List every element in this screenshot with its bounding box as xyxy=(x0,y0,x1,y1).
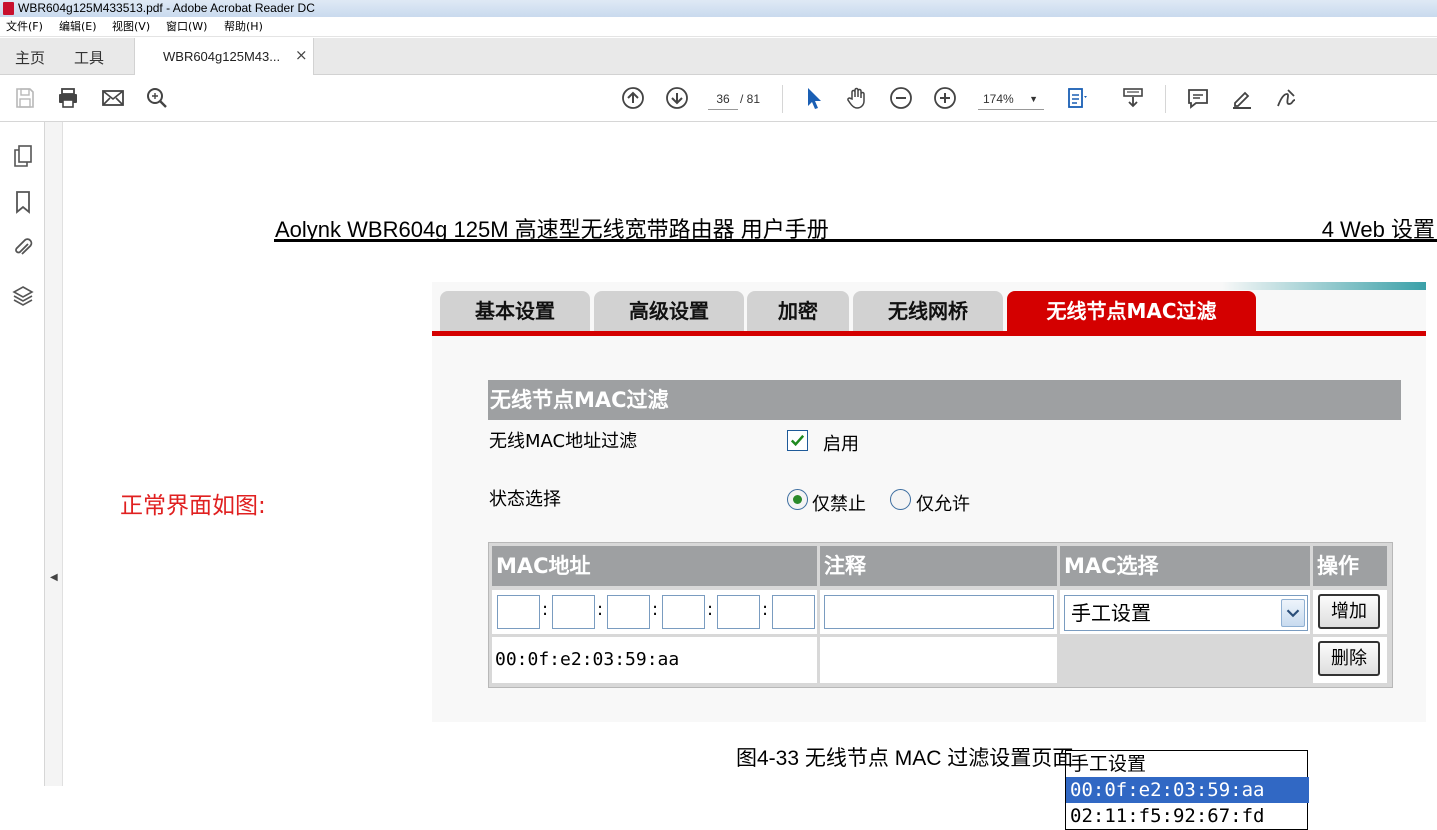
scroll-mode-icon[interactable] xyxy=(1120,85,1146,111)
enable-label: 启用 xyxy=(823,434,859,455)
state-label: 状态选择 xyxy=(489,489,561,510)
mac-select-value: 手工设置 xyxy=(1071,601,1151,625)
colon: : xyxy=(652,599,659,620)
bookmark-icon[interactable] xyxy=(11,190,35,214)
dropdown-option-highlighted: 00:0f:e2:03:59:aa xyxy=(1066,777,1309,803)
save-icon[interactable] xyxy=(12,85,38,111)
mac-select-dropdown: 手工设置 00:0f:e2:03:59:aa 02:11:f5:92:67:fd xyxy=(1065,750,1309,830)
tab-mac-filter: 无线节点MAC过滤 xyxy=(1007,291,1256,331)
section-title: 无线节点MAC过滤 xyxy=(488,380,1401,420)
mac-select: 手工设置 xyxy=(1064,595,1308,631)
dropdown-option: 02:11:f5:92:67:fd xyxy=(1070,805,1265,827)
column-header-comment: 注释 xyxy=(820,546,1057,586)
toolbar-divider xyxy=(1165,85,1166,113)
mac-octet-1 xyxy=(497,595,540,629)
page-total: / 81 xyxy=(740,92,761,106)
page-number-input[interactable]: 36 xyxy=(708,88,738,110)
annotation-note: 正常界面如图: xyxy=(120,493,266,519)
window-title-bar: WBR604g125M433513.pdf - Adobe Acrobat Re… xyxy=(0,0,1437,17)
comment-icon[interactable] xyxy=(1185,85,1211,111)
navigation-panel xyxy=(0,122,45,786)
mail-icon[interactable] xyxy=(100,85,126,111)
tab-basic-settings: 基本设置 xyxy=(440,291,590,331)
chevron-down-icon: ▼ xyxy=(1029,94,1038,104)
comment-input xyxy=(824,595,1054,629)
tab-tools[interactable]: 工具 xyxy=(74,47,104,68)
colon: : xyxy=(762,599,769,620)
radio-dot xyxy=(793,495,802,504)
tab-encryption: 加密 xyxy=(747,291,849,331)
document-page: Aolynk WBR604g 125M 高速型无线宽带路由器 用户手册 4 We… xyxy=(63,122,1437,830)
window-title: WBR604g125M433513.pdf - Adobe Acrobat Re… xyxy=(18,1,315,15)
radio-allow xyxy=(890,489,911,510)
search-icon[interactable] xyxy=(144,85,170,111)
header-chapter: 4 Web 设置 xyxy=(1321,217,1435,242)
decorative-stripe xyxy=(1222,282,1426,290)
add-button: 增加 xyxy=(1318,594,1380,629)
figure-caption: 图4-33 无线节点 MAC 过滤设置页面 xyxy=(736,747,1074,770)
router-screenshot: 基本设置 高级设置 加密 无线网桥 无线节点MAC过滤 无线节点MAC过滤 无线… xyxy=(432,282,1426,830)
tab-wireless-bridge: 无线网桥 xyxy=(853,291,1003,331)
toolbar: 36 / 81 174% ▼ xyxy=(0,75,1437,122)
print-icon[interactable] xyxy=(55,85,81,111)
menu-bar: 文件(F) 编辑(E) 视图(V) 窗口(W) 帮助(H) xyxy=(0,17,1437,37)
fit-page-icon[interactable] xyxy=(1064,85,1090,111)
column-header-action: 操作 xyxy=(1313,546,1387,586)
zoom-out-icon[interactable] xyxy=(888,85,914,111)
zoom-level-select[interactable]: 174% ▼ xyxy=(978,88,1044,110)
menu-edit[interactable]: 编辑(E) xyxy=(59,17,97,37)
delete-button: 删除 xyxy=(1318,641,1380,676)
zoom-in-icon[interactable] xyxy=(932,85,958,111)
mac-table: MAC地址 注释 MAC选择 操作 : : : : : 手工设置 增加 00:0… xyxy=(488,542,1393,688)
radio-allow-label: 仅允许 xyxy=(916,494,970,515)
header-title: Aolynk WBR604g 125M 高速型无线宽带路由器 用户手册 xyxy=(275,217,829,242)
mac-octet-4 xyxy=(662,595,705,629)
tab-document[interactable]: WBR604g125M43... × xyxy=(134,38,314,75)
menu-view[interactable]: 视图(V) xyxy=(112,17,150,37)
toolbar-divider xyxy=(782,85,783,113)
tab-underline xyxy=(432,331,1426,336)
filter-label: 无线MAC地址过滤 xyxy=(489,431,638,452)
mac-octet-3 xyxy=(607,595,650,629)
tab-advanced-settings: 高级设置 xyxy=(594,291,744,331)
radio-deny-label: 仅禁止 xyxy=(812,494,866,515)
acrobat-app-icon xyxy=(3,2,14,15)
dropdown-option-manual: 手工设置 xyxy=(1070,753,1147,775)
page-header: Aolynk WBR604g 125M 高速型无线宽带路由器 用户手册 4 We… xyxy=(274,212,1437,242)
page-down-icon[interactable] xyxy=(664,85,690,111)
enable-checkbox xyxy=(787,430,808,451)
menu-file[interactable]: 文件(F) xyxy=(6,17,43,37)
tab-home[interactable]: 主页 xyxy=(15,47,45,68)
column-header-mac-select: MAC选择 xyxy=(1060,546,1310,586)
colon: : xyxy=(597,599,604,620)
chevron-left-icon: ◀ xyxy=(50,572,58,583)
zoom-level-value: 174% xyxy=(983,92,1014,106)
select-arrow-icon[interactable] xyxy=(800,85,826,111)
pages-icon[interactable] xyxy=(11,144,35,168)
panel-collapse-handle[interactable]: ◀ xyxy=(45,122,63,786)
colon: : xyxy=(707,599,714,620)
row-mac-address: 00:0f:e2:03:59:aa xyxy=(495,649,680,670)
sign-icon[interactable] xyxy=(1273,85,1299,111)
chevron-down-icon xyxy=(1281,599,1305,627)
tab-document-label: WBR604g125M43... xyxy=(163,49,281,64)
menu-window[interactable]: 窗口(W) xyxy=(166,17,207,37)
highlight-icon[interactable] xyxy=(1229,85,1255,111)
hand-icon[interactable] xyxy=(844,85,870,111)
tab-bar: 主页 工具 WBR604g125M43... × xyxy=(0,38,1437,75)
layers-icon[interactable] xyxy=(11,284,35,308)
page-up-icon[interactable] xyxy=(620,85,646,111)
mac-octet-6 xyxy=(772,595,815,629)
column-header-mac: MAC地址 xyxy=(492,546,817,586)
row-comment xyxy=(820,637,1057,683)
colon: : xyxy=(542,599,549,620)
menu-help[interactable]: 帮助(H) xyxy=(224,17,263,37)
attachment-icon[interactable] xyxy=(11,236,35,260)
close-icon[interactable]: × xyxy=(295,46,308,64)
mac-octet-5 xyxy=(717,595,760,629)
mac-octet-2 xyxy=(552,595,595,629)
radio-deny xyxy=(787,489,808,510)
